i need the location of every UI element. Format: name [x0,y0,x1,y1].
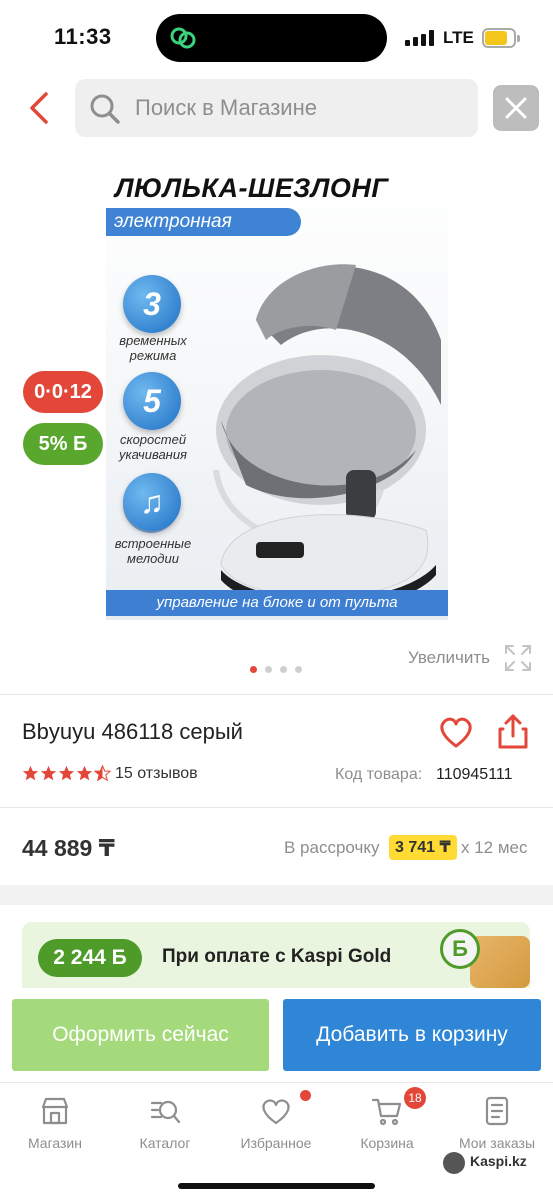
divider [0,694,553,695]
tab-label: Магазин [27,1135,82,1151]
zoom-label[interactable]: Увеличить [408,648,490,668]
cart-count-badge: 18 [404,1087,426,1109]
tab-orders[interactable]: Мои заказы [447,1091,547,1155]
dynamic-island [156,14,387,62]
heart-icon [262,1099,290,1125]
link-icon [170,27,196,49]
add-to-cart-button[interactable]: Добавить в корзину [283,999,541,1071]
orders-icon [485,1096,509,1126]
star-icon [58,765,75,781]
photo-title: ЛЮЛЬКА-ШЕЗЛОНГ [115,173,389,203]
gold-bonus-badge: 2 244 Б [38,939,142,977]
installment-amount: 3 741 ₸ [389,835,457,860]
share-icon[interactable] [497,714,529,750]
favorites-notification-dot [300,1090,311,1101]
feature-text: встроенные мелодии [114,536,192,566]
photo-subtitle: электронная [106,208,301,236]
product-title: Bbyuyu 486118 серый [22,719,243,744]
search-input[interactable] [135,79,465,137]
feature-text: скоростей укачивания [118,432,187,462]
section-separator [0,885,553,905]
gallery-pagination [250,666,310,674]
catalog-icon [150,1100,181,1124]
product-code: 110945111 [436,766,513,783]
order-now-button[interactable]: Оформить сейчас [12,999,269,1071]
tab-label: Корзина [360,1135,414,1151]
product-code-label: Код товара: [335,766,423,783]
tab-shop[interactable]: Магазин [5,1091,105,1155]
clear-search-button[interactable] [493,85,539,131]
star-icon [76,765,93,781]
pagination-dot-active [250,666,257,673]
pagination-dot [280,666,287,673]
network-label: LTE [443,28,474,47]
bonus-badge: 5% Б [23,423,103,465]
photo-bottom-banner: управление на блоке и от пульта [106,590,448,616]
feature-number: 5 [123,372,181,430]
shop-icon [41,1097,69,1125]
pagination-dot [295,666,302,673]
search-icon [90,94,120,124]
home-indicator [178,1183,375,1189]
pagination-dot [265,666,272,673]
feature-number: 3 [123,275,181,333]
installment-label: В рассрочку [284,838,380,857]
battery-icon [482,28,520,48]
credit-badge: 0·0·12 [23,371,103,413]
status-time: 11:33 [54,24,112,49]
kaspi-gold-banner[interactable]: 2 244 Б При оплате с Kaspi Gold Б [22,922,530,988]
back-arrow-icon[interactable] [26,90,54,126]
bonus-coin-icon: Б [440,929,480,969]
kaspi-logo-icon [443,1152,465,1174]
divider [0,807,553,808]
tab-label: Мои заказы [458,1135,536,1151]
tab-label: Избранное [240,1135,312,1151]
status-bar: 11:33 LTE [0,0,553,76]
installment-term: х 12 мес [461,838,528,857]
star-icon [22,765,39,781]
music-notes-icon: ♫ [123,473,181,531]
tab-label: Каталог [139,1135,191,1151]
search-bar[interactable] [75,79,478,137]
signal-icon [405,30,435,46]
reviews-link[interactable]: 15 отзывов [115,765,198,783]
favorite-heart-icon[interactable] [437,714,475,750]
tab-favorites[interactable]: Избранное [226,1091,326,1155]
tab-catalog[interactable]: Каталог [115,1091,215,1155]
close-icon [505,97,527,119]
feature-text: временных режима [119,333,187,363]
half-star-icon [94,765,111,782]
expand-icon[interactable] [504,644,532,672]
gold-text: При оплате с Kaspi Gold [162,946,392,967]
product-price: 44 889 ₸ [22,835,115,861]
cart-icon [371,1098,402,1126]
star-icon [40,765,57,781]
watermark: Kaspi.kz [470,1153,527,1169]
